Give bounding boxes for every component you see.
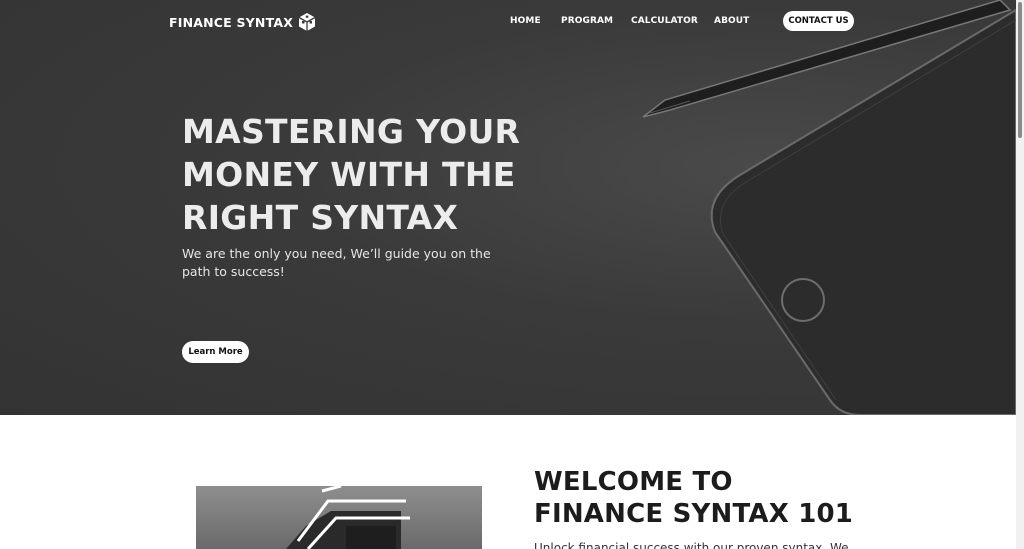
welcome-title-line-1: WELCOME TO xyxy=(534,467,733,497)
nav-calculator-link[interactable]: CALCULATOR xyxy=(631,16,698,26)
nav-about-link[interactable]: ABOUT xyxy=(714,16,749,26)
welcome-title-line-2: FINANCE SYNTAX 101 xyxy=(534,499,854,529)
hero-title-line-1: MASTERING YOUR xyxy=(182,112,521,151)
nav-home-link[interactable]: HOME xyxy=(510,16,541,26)
hero-title-line-3: RIGHT SYNTAX xyxy=(182,198,459,237)
building-image xyxy=(196,486,482,549)
welcome-title: WELCOME TO FINANCE SYNTAX 101 xyxy=(534,466,864,530)
contact-us-button[interactable]: CONTACT US xyxy=(783,11,854,31)
hero-title-line-2: MONEY WITH THE xyxy=(182,155,516,194)
hero-section: FINANCE SYNTAX HOME PROGRAM CALCULATOR A… xyxy=(0,0,1016,415)
learn-more-button[interactable]: Learn More xyxy=(182,341,249,363)
scrollbar-thumb[interactable] xyxy=(1018,2,1022,138)
hero-title: MASTERING YOUR MONEY WITH THE RIGHT SYNT… xyxy=(182,110,522,239)
nav-program-link[interactable]: PROGRAM xyxy=(561,16,613,26)
hero-subtitle: We are the only you need, We’ll guide yo… xyxy=(182,246,491,279)
main-nav: HOME PROGRAM CALCULATOR ABOUT xyxy=(0,16,1016,30)
welcome-text: Unlock financial success with our proven… xyxy=(534,541,849,549)
